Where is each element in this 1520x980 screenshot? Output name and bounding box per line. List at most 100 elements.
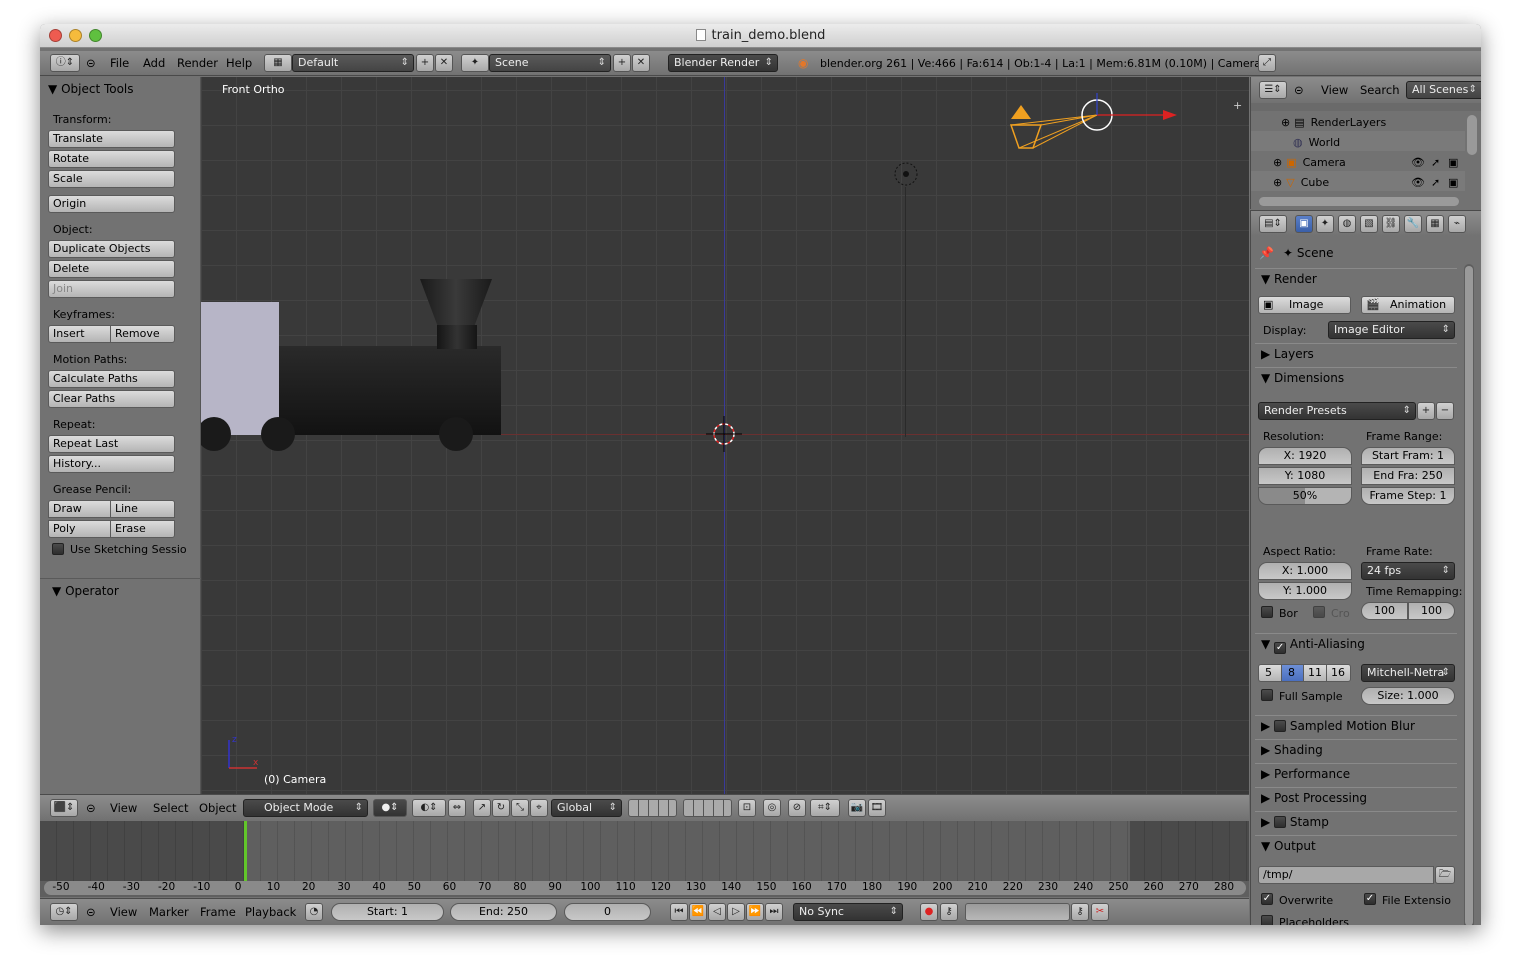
manipulator-toggle-icon[interactable]: ⇔ bbox=[448, 799, 466, 817]
poly-button[interactable]: Poly bbox=[48, 520, 111, 538]
render-camera-icon[interactable]: ▣ bbox=[1448, 176, 1458, 189]
aa-samples-5[interactable]: 5 bbox=[1258, 664, 1282, 682]
outliner-row-cube[interactable]: ⊕ ▽ Cube bbox=[1273, 176, 1329, 189]
stamp-checkbox[interactable] bbox=[1274, 816, 1287, 828]
zoom-window-button[interactable] bbox=[89, 29, 102, 42]
jump-end-icon[interactable]: ⏭ bbox=[765, 903, 783, 921]
jump-start-icon[interactable]: ⏮ bbox=[670, 903, 688, 921]
rotate-manipulator-icon[interactable]: ↻ bbox=[492, 799, 510, 817]
texture-context-icon[interactable]: ▦ bbox=[1426, 215, 1444, 233]
shading-panel-header[interactable]: ▶ Shading bbox=[1255, 739, 1457, 759]
outliner[interactable]: ⊕ ▤ RenderLayers ◍ World ⊕ ▣ Camera ⊕ ▽ Cube 👁 … bbox=[1250, 103, 1481, 209]
menu-search[interactable]: Search bbox=[1360, 83, 1400, 97]
editor-type-timeline-icon[interactable]: ◷⇕ bbox=[50, 903, 78, 921]
screen-layout-select[interactable]: Default bbox=[292, 54, 414, 72]
duplicate-objects-button[interactable]: Duplicate Objects bbox=[48, 240, 175, 258]
outliner-scrollbar[interactable] bbox=[1467, 115, 1477, 155]
world-context-icon[interactable]: ◍ bbox=[1338, 215, 1356, 233]
render-panel-header[interactable]: ▼ Render bbox=[1255, 268, 1457, 288]
aa-samples-11[interactable]: 11 bbox=[1303, 664, 1327, 682]
editor-type-outliner-icon[interactable]: ☰⇕ bbox=[1259, 81, 1287, 99]
lamp-icon[interactable] bbox=[891, 159, 921, 189]
display-select[interactable]: Image Editor bbox=[1328, 321, 1455, 339]
frame-rate-select[interactable]: 24 fps bbox=[1361, 562, 1455, 580]
line-button[interactable]: Line bbox=[110, 500, 175, 518]
visibility-eye-icon[interactable]: 👁 bbox=[1411, 176, 1425, 189]
aa-samples-8[interactable]: 8 bbox=[1281, 664, 1304, 682]
jump-keyframe-forward-icon[interactable]: ⏩ bbox=[746, 903, 764, 921]
remove-scene-icon[interactable]: ✕ bbox=[632, 54, 650, 72]
expand-icon[interactable]: ⊕ bbox=[1281, 116, 1290, 129]
menu-render[interactable]: Render bbox=[177, 56, 218, 70]
scene-select[interactable]: Scene bbox=[489, 54, 611, 72]
properties-scrollbar[interactable] bbox=[1464, 264, 1474, 925]
snap-element-icon[interactable]: ⌗⇕ bbox=[810, 799, 840, 817]
viewport-3d[interactable]: Front Ortho z x (0) Camera + bbox=[201, 77, 1249, 794]
repeat-last-button[interactable]: Repeat Last bbox=[48, 435, 175, 453]
play-icon[interactable]: ▷ bbox=[727, 903, 745, 921]
properties-scroll-thumb[interactable] bbox=[1465, 266, 1473, 925]
draw-button[interactable]: Draw bbox=[48, 500, 111, 518]
fullscreen-icon[interactable]: ⤢ bbox=[1258, 54, 1276, 72]
crop-checkbox[interactable] bbox=[1313, 606, 1325, 618]
aspect-x-field[interactable]: X: 1.000 bbox=[1258, 562, 1352, 580]
jump-keyframe-back-icon[interactable]: ⏪ bbox=[689, 903, 707, 921]
record-icon[interactable]: ● bbox=[920, 903, 938, 921]
menu-add[interactable]: Add bbox=[143, 56, 165, 70]
outliner-hscrollbar[interactable] bbox=[1259, 197, 1459, 206]
file-extensions-checkbox[interactable]: ✓ bbox=[1364, 893, 1376, 905]
calculate-paths-button[interactable]: Calculate Paths bbox=[48, 370, 175, 388]
select-arrow-icon[interactable]: ➚ bbox=[1431, 176, 1440, 189]
minimize-window-button[interactable] bbox=[69, 29, 82, 42]
collapse-icon[interactable]: ⊝ bbox=[1294, 83, 1304, 97]
scene-icon[interactable]: ✦ bbox=[461, 54, 489, 72]
transform-orientation-select[interactable]: Global bbox=[551, 799, 622, 817]
constraints-context-icon[interactable]: ⛓ bbox=[1382, 215, 1400, 233]
add-layout-icon[interactable]: + bbox=[416, 54, 434, 72]
menu-object[interactable]: Object bbox=[199, 801, 236, 815]
expand-icon[interactable]: ⊕ bbox=[1273, 156, 1282, 169]
insert-keyframe-button[interactable]: Insert bbox=[48, 325, 111, 343]
3d-cursor-icon[interactable] bbox=[704, 414, 744, 454]
editor-type-properties-icon[interactable]: ▤⇕ bbox=[1259, 215, 1287, 233]
menu-file[interactable]: File bbox=[110, 56, 129, 70]
resolution-y-field[interactable]: Y: 1080 bbox=[1258, 467, 1352, 485]
outliner-display-select[interactable]: All Scenes bbox=[1406, 81, 1481, 99]
mode-select[interactable]: Object Mode bbox=[243, 799, 368, 817]
end-frame-field[interactable]: End Fra: 250 bbox=[1361, 467, 1455, 485]
remove-preset-icon[interactable]: − bbox=[1436, 402, 1454, 420]
menu-view[interactable]: View bbox=[110, 801, 137, 815]
snap-toggle-icon[interactable]: ⊘ bbox=[788, 799, 806, 817]
layers-panel-header[interactable]: ▶ Layers bbox=[1255, 343, 1457, 363]
scale-button[interactable]: Scale bbox=[48, 170, 175, 188]
screen-layout-icon[interactable]: ▦ bbox=[264, 54, 292, 72]
lock-layers-icon[interactable]: ⊡ bbox=[738, 799, 756, 817]
menu-view[interactable]: View bbox=[1321, 83, 1348, 97]
operator-header[interactable]: ▼ Operator bbox=[52, 584, 119, 598]
time-remap-new-field[interactable]: 100 bbox=[1408, 602, 1455, 620]
delete-keyframe-icon[interactable]: ✂ bbox=[1091, 903, 1109, 921]
post-processing-panel-header[interactable]: ▶ Post Processing bbox=[1255, 787, 1457, 807]
camera-object-icon[interactable] bbox=[1001, 93, 1181, 153]
time-remap-old-field[interactable]: 100 bbox=[1361, 602, 1408, 620]
keying-set-field[interactable] bbox=[965, 903, 1070, 921]
remove-layout-icon[interactable]: ✕ bbox=[435, 54, 453, 72]
pivot-point-icon[interactable]: ◐⇕ bbox=[412, 799, 446, 817]
editor-type-info-icon[interactable]: ⓘ⇕ bbox=[50, 54, 80, 72]
train-car[interactable] bbox=[201, 302, 279, 435]
remove-keyframe-button[interactable]: Remove bbox=[110, 325, 175, 343]
pin-icon[interactable]: 📌 bbox=[1259, 246, 1274, 260]
aa-samples-16[interactable]: 16 bbox=[1326, 664, 1351, 682]
rotate-button[interactable]: Rotate bbox=[48, 150, 175, 168]
menu-marker[interactable]: Marker bbox=[149, 905, 189, 919]
clear-paths-button[interactable]: Clear Paths bbox=[48, 390, 175, 408]
placeholders-checkbox[interactable] bbox=[1261, 915, 1273, 925]
aa-filter-select[interactable]: Mitchell-Netra bbox=[1361, 664, 1455, 682]
motion-blur-panel-header[interactable]: ▶ Sampled Motion Blur bbox=[1255, 715, 1457, 735]
dimensions-panel-header[interactable]: ▼ Dimensions bbox=[1255, 367, 1457, 387]
scale-manipulator-icon[interactable]: ⤡ bbox=[511, 799, 529, 817]
frame-step-field[interactable]: Frame Step: 1 bbox=[1361, 487, 1455, 505]
editor-type-3d-icon[interactable]: ⬛⇕ bbox=[50, 799, 78, 817]
stamp-panel-header[interactable]: ▶ Stamp bbox=[1255, 811, 1457, 831]
modifiers-context-icon[interactable]: 🔧 bbox=[1404, 215, 1422, 233]
